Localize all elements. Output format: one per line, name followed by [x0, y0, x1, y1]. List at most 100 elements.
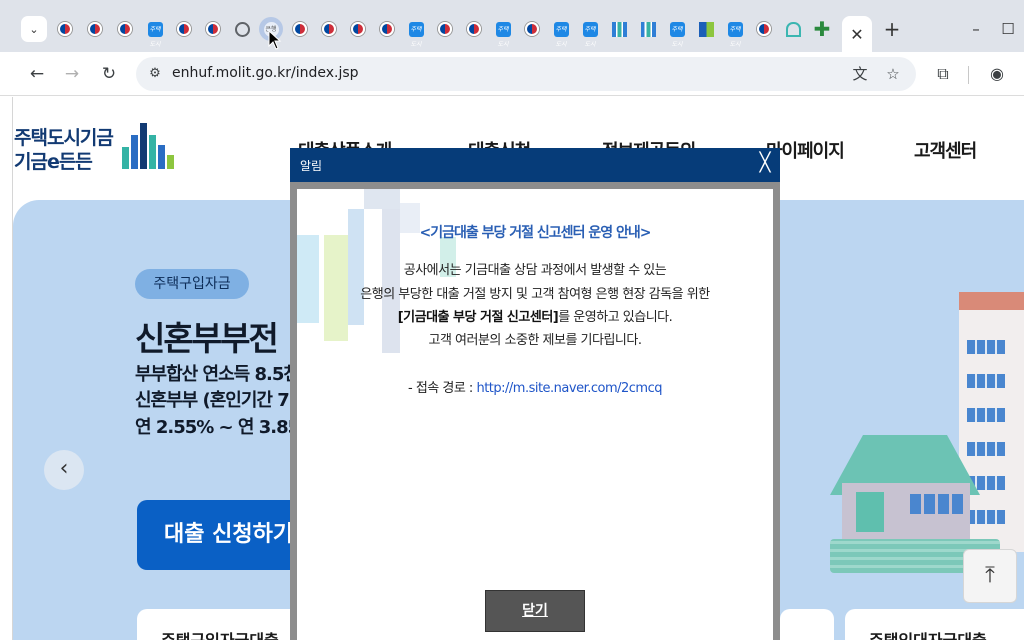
gov-emblem-icon: [757, 22, 771, 36]
maximize-button[interactable]: ☐: [998, 18, 1018, 40]
url-text[interactable]: enhuf.molit.go.kr/index.jsp: [172, 65, 359, 81]
gov-emblem-icon: [177, 22, 191, 36]
access-route-link[interactable]: http://m.site.naver.com/2cmcq: [476, 381, 662, 396]
decor-bar: [364, 189, 400, 209]
chevron-down-icon: ⌄: [29, 22, 39, 36]
house-window: [910, 494, 964, 514]
extensions-icon[interactable]: ⧉: [931, 62, 955, 86]
hf-logo-icon: 주택도시: [147, 21, 163, 48]
notice-text-line: 고객 여러분의 소중한 제보를 기다립니다.: [428, 333, 642, 348]
gov-emblem-icon: [118, 22, 132, 36]
tab[interactable]: 주택도시: [581, 20, 599, 48]
back-button[interactable]: ←: [25, 62, 49, 86]
modal-body: <기금대출 부당 거절 신고센터 운영 안내> 공사에서는 기금대출 상담 과정…: [297, 189, 773, 640]
toolbar-divider: [968, 66, 969, 84]
mouse-cursor-icon: [268, 30, 282, 50]
product-card-title: 주택구입자금대출: [161, 627, 279, 640]
translate-icon[interactable]: 文: [850, 64, 870, 84]
gov-emblem-icon: [380, 22, 394, 36]
product-card-title: 주택임대자금대출: [869, 627, 987, 640]
gov-emblem-icon: [322, 22, 336, 36]
modal-close-icon[interactable]: ╳: [754, 152, 776, 174]
tab[interactable]: [204, 20, 222, 38]
tab[interactable]: 주택도시: [726, 20, 744, 48]
logo-mark-icon: [122, 123, 174, 169]
notice-text-line: 은행의 부당한 대출 거절 방지 및 고객 참여형 은행 현장 감독을 위한: [360, 287, 710, 302]
lh-logo-icon: [698, 21, 714, 37]
tab[interactable]: [56, 20, 74, 38]
gov-emblem-icon: [293, 22, 307, 36]
close-tab-icon[interactable]: ✕: [850, 25, 863, 44]
profile-icon[interactable]: ◉: [985, 62, 1009, 86]
hero-prev-button[interactable]: ‹: [44, 450, 84, 490]
hero-badge: 주택구입자금: [135, 269, 249, 299]
gov-emblem-icon: [206, 22, 220, 36]
tab[interactable]: [378, 20, 396, 38]
site-info-icon[interactable]: ⚙: [144, 63, 166, 85]
nav-customer-center[interactable]: 고객센터: [914, 137, 977, 163]
tab[interactable]: [349, 20, 367, 38]
plus-logo-icon: ✚: [813, 17, 831, 41]
notice-text-line: [기금대출 부당 거절 신고센터]를 운영하고 있습니다.: [297, 306, 773, 325]
tab[interactable]: 주택도시: [668, 20, 686, 48]
notice-center-name: [기금대출 부당 거절 신고센터]: [397, 310, 559, 325]
hug-logo-icon: [640, 21, 656, 37]
hero-income-line: 부부합산 연소득 8.5천: [135, 364, 300, 385]
reload-button[interactable]: ↻: [97, 62, 121, 86]
hf-logo-icon: 주택도시: [495, 21, 511, 48]
hf-logo-icon: 주택도시: [582, 21, 598, 48]
hero-eligibility-line: 신혼부부 (혼인기간 7년: [135, 390, 305, 411]
tab[interactable]: [86, 20, 104, 38]
notice-title: <기금대출 부당 거절 신고센터 운영 안내>: [419, 225, 652, 241]
notice-text-line: 공사에서는 기금대출 상담 과정에서 발생할 수 있는: [403, 263, 667, 278]
window: [967, 408, 1005, 422]
hf-logo-icon: 주택도시: [669, 21, 685, 48]
address-bar[interactable]: ⚙ enhuf.molit.go.kr/index.jsp 文 ☆: [136, 57, 916, 91]
access-route: - 접속 경로 : http://m.site.naver.com/2cmcq: [297, 377, 773, 396]
tab[interactable]: [233, 20, 251, 38]
tab[interactable]: [784, 20, 802, 38]
gov-emblem-icon: [58, 22, 72, 36]
tab[interactable]: [436, 20, 454, 38]
active-tab[interactable]: ✕: [842, 16, 872, 52]
tab[interactable]: [523, 20, 541, 38]
logo-line2: 기금e든든: [14, 151, 93, 173]
modal-close-button[interactable]: 닫기: [485, 590, 585, 632]
modal-header-title: 알림: [300, 159, 323, 173]
window: [967, 442, 1005, 456]
home-icon: [785, 21, 801, 37]
globe-icon: [234, 21, 250, 37]
tab[interactable]: [175, 20, 193, 38]
tab[interactable]: 주택도시: [494, 20, 512, 48]
minimize-button[interactable]: –: [966, 18, 986, 40]
site-logo[interactable]: 주택도시기금 기금e든든: [14, 123, 184, 173]
product-card[interactable]: 주택임대자금대출: [845, 609, 1024, 640]
tab[interactable]: [465, 20, 483, 38]
bookmark-star-icon[interactable]: ☆: [883, 64, 903, 84]
tab[interactable]: ✚: [813, 17, 831, 41]
new-tab-button[interactable]: +: [882, 18, 902, 40]
tab[interactable]: 주택도시: [552, 20, 570, 48]
scroll-top-button[interactable]: ⤒: [963, 549, 1017, 603]
tab[interactable]: [639, 20, 657, 38]
tab-strip: ⌄ 주택도시 은행 주택도시 주택도시 주택도시 주택도시 주택도시 주택도시 …: [0, 0, 1024, 52]
product-card-edge: [780, 609, 834, 640]
tab[interactable]: [755, 20, 773, 38]
gov-emblem-icon: [88, 22, 102, 36]
browser-toolbar: ← → ↻ ⚙ enhuf.molit.go.kr/index.jsp 文 ☆ …: [0, 52, 1024, 96]
tab[interactable]: [116, 20, 134, 38]
tab[interactable]: [610, 20, 628, 38]
hf-logo-icon: 주택도시: [408, 21, 424, 48]
modal-header: 알림 ╳: [290, 148, 780, 182]
tab[interactable]: 주택도시: [146, 20, 164, 48]
tab-search-button[interactable]: ⌄: [21, 16, 47, 42]
window: [967, 374, 1005, 388]
gov-emblem-icon: [467, 22, 481, 36]
tab[interactable]: 주택도시: [407, 20, 425, 48]
tab[interactable]: [320, 20, 338, 38]
tab[interactable]: [291, 20, 309, 38]
hf-logo-icon: 주택도시: [553, 21, 569, 48]
tab[interactable]: [697, 20, 715, 38]
forward-button[interactable]: →: [60, 62, 84, 86]
notice-modal: 알림 ╳ <기금대출 부당 거절 신고센터 운영 안내> 공사에서는 기금대출 …: [290, 148, 780, 640]
